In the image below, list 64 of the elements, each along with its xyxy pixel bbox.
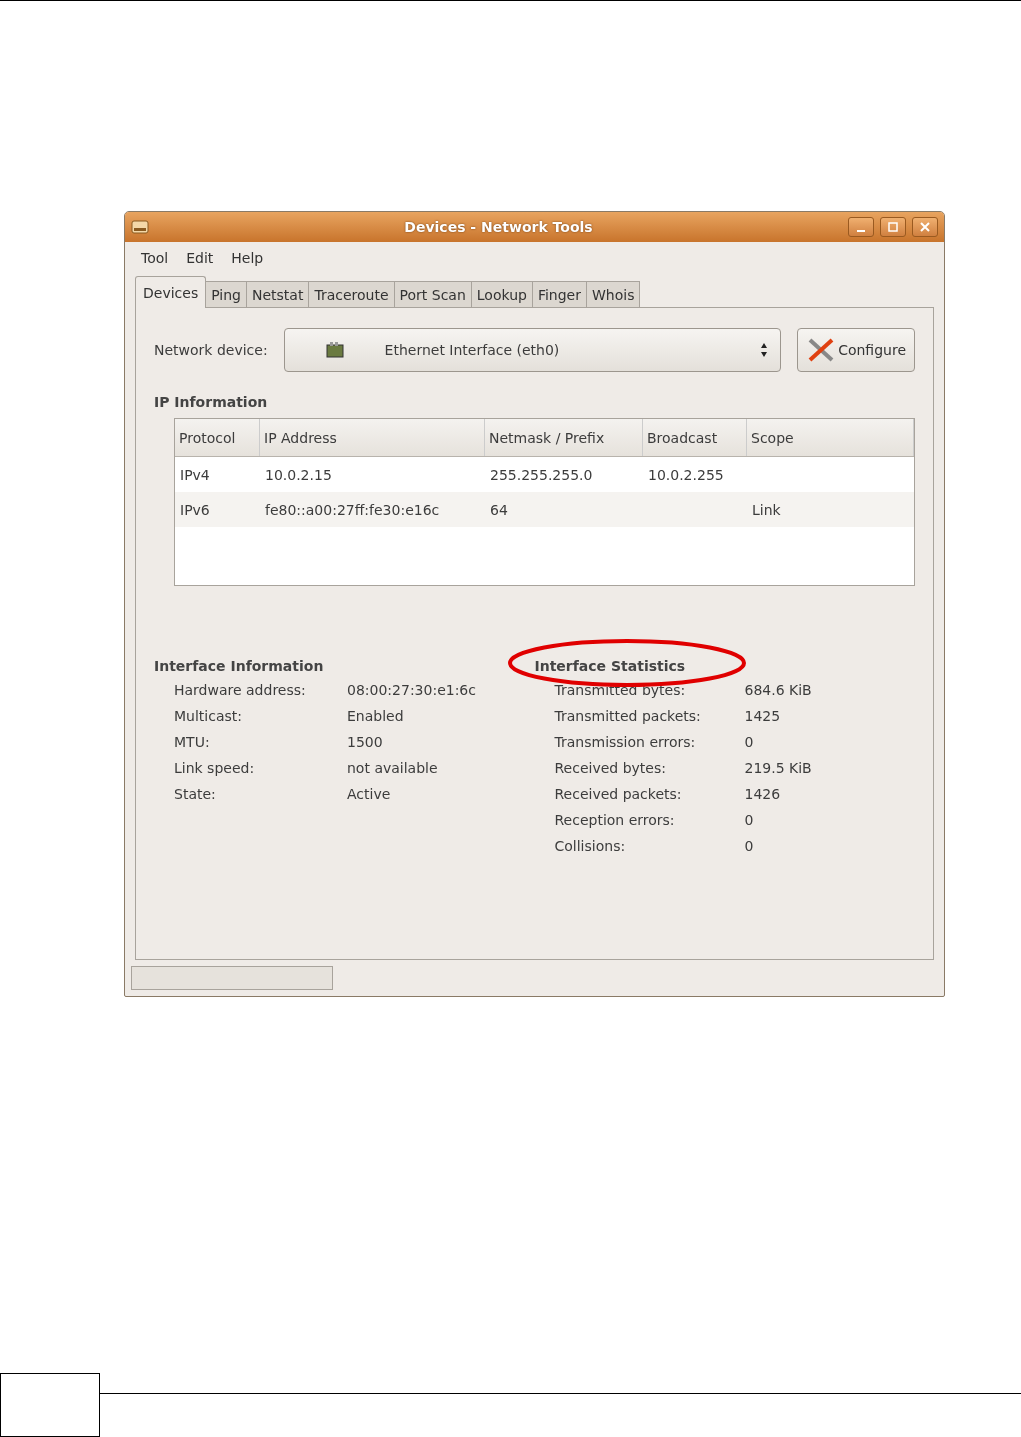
- table-cell-text: IPv6: [179, 500, 211, 520]
- minimize-button[interactable]: [848, 217, 874, 237]
- info-value: Active: [347, 786, 392, 802]
- info-label: State:: [174, 786, 217, 802]
- field-label: Network device:: [154, 342, 268, 358]
- column-header[interactable]: IP Address: [260, 419, 485, 456]
- statistic-value: 1426: [744, 786, 782, 802]
- statistic-label: Transmitted packets:: [554, 708, 702, 724]
- window-icon: [131, 219, 149, 235]
- section-heading: Interface Information: [154, 658, 325, 674]
- info-label: Link speed:: [174, 760, 256, 776]
- menu-item[interactable]: Tool: [141, 250, 169, 266]
- section-heading: IP Information: [154, 394, 269, 410]
- maximize-icon: [888, 222, 898, 232]
- tab[interactable]: Whois: [586, 281, 641, 307]
- statistic-label: Reception errors:: [554, 812, 676, 828]
- info-value: 08:00:27:30:e1:6c: [347, 682, 477, 698]
- column-header[interactable]: Broadcast: [643, 419, 747, 456]
- device-dropdown[interactable]: Ethernet Interface (eth0): [283, 328, 782, 372]
- spinner-arrows-icon: [760, 342, 769, 358]
- statistic-label: Transmitted bytes:: [554, 682, 687, 698]
- table-cell-text: 255.255.255.0: [489, 465, 594, 485]
- tab[interactable]: Port Scan: [393, 281, 472, 307]
- window-title: Devices - Network Tools: [403, 219, 594, 235]
- table-cell-text: Link: [751, 500, 782, 520]
- statistic-value: 0: [744, 734, 755, 750]
- column-header[interactable]: Netmask / Prefix: [485, 419, 643, 456]
- column-header[interactable]: Protocol: [175, 419, 260, 456]
- tab[interactable]: Netstat: [246, 281, 310, 307]
- table-cell-text: 64: [489, 500, 509, 520]
- close-icon: [920, 222, 930, 232]
- statistic-label: Collisions:: [554, 838, 627, 854]
- table-cell-text: IPv4: [179, 465, 211, 485]
- maximize-button[interactable]: [880, 217, 906, 237]
- statistic-label: Transmission errors:: [554, 734, 697, 750]
- statistic-label: Received bytes:: [554, 760, 667, 776]
- info-label: Multicast:: [174, 708, 243, 724]
- table-cell-text: 10.0.2.15: [264, 465, 333, 485]
- tab[interactable]: Finger: [531, 281, 587, 307]
- network-card-icon: [324, 341, 345, 359]
- statistic-label: Received packets:: [554, 786, 683, 802]
- tab[interactable]: Traceroute: [308, 281, 395, 307]
- statistic-value: 684.6 KiB: [744, 682, 813, 698]
- info-label: MTU:: [174, 734, 211, 750]
- tab[interactable]: Devices: [135, 276, 207, 308]
- table-cell-text: fe80::a00:27ff:fe30:e16c: [264, 500, 441, 520]
- info-value: 1500: [347, 734, 384, 750]
- menu-item[interactable]: Help: [231, 250, 264, 266]
- tab[interactable]: Lookup: [470, 281, 533, 307]
- column-header[interactable]: Scope: [747, 419, 914, 456]
- section-heading: Interface Statistics: [534, 658, 687, 674]
- statistic-value: 0: [744, 838, 755, 854]
- info-label: Hardware address:: [174, 682, 307, 698]
- statistic-value: 1425: [744, 708, 782, 724]
- configure-button[interactable]: Configure: [797, 328, 915, 372]
- menu-item[interactable]: Edit: [186, 250, 214, 266]
- statistic-value: 0: [744, 812, 755, 828]
- minimize-icon: [857, 230, 865, 232]
- table-cell-text: 10.0.2.255: [647, 465, 725, 485]
- close-button[interactable]: [912, 217, 938, 237]
- info-value: Enabled: [347, 708, 405, 724]
- info-value: not available: [347, 760, 439, 776]
- tab[interactable]: Ping: [205, 281, 247, 307]
- statistic-value: 219.5 KiB: [744, 760, 813, 776]
